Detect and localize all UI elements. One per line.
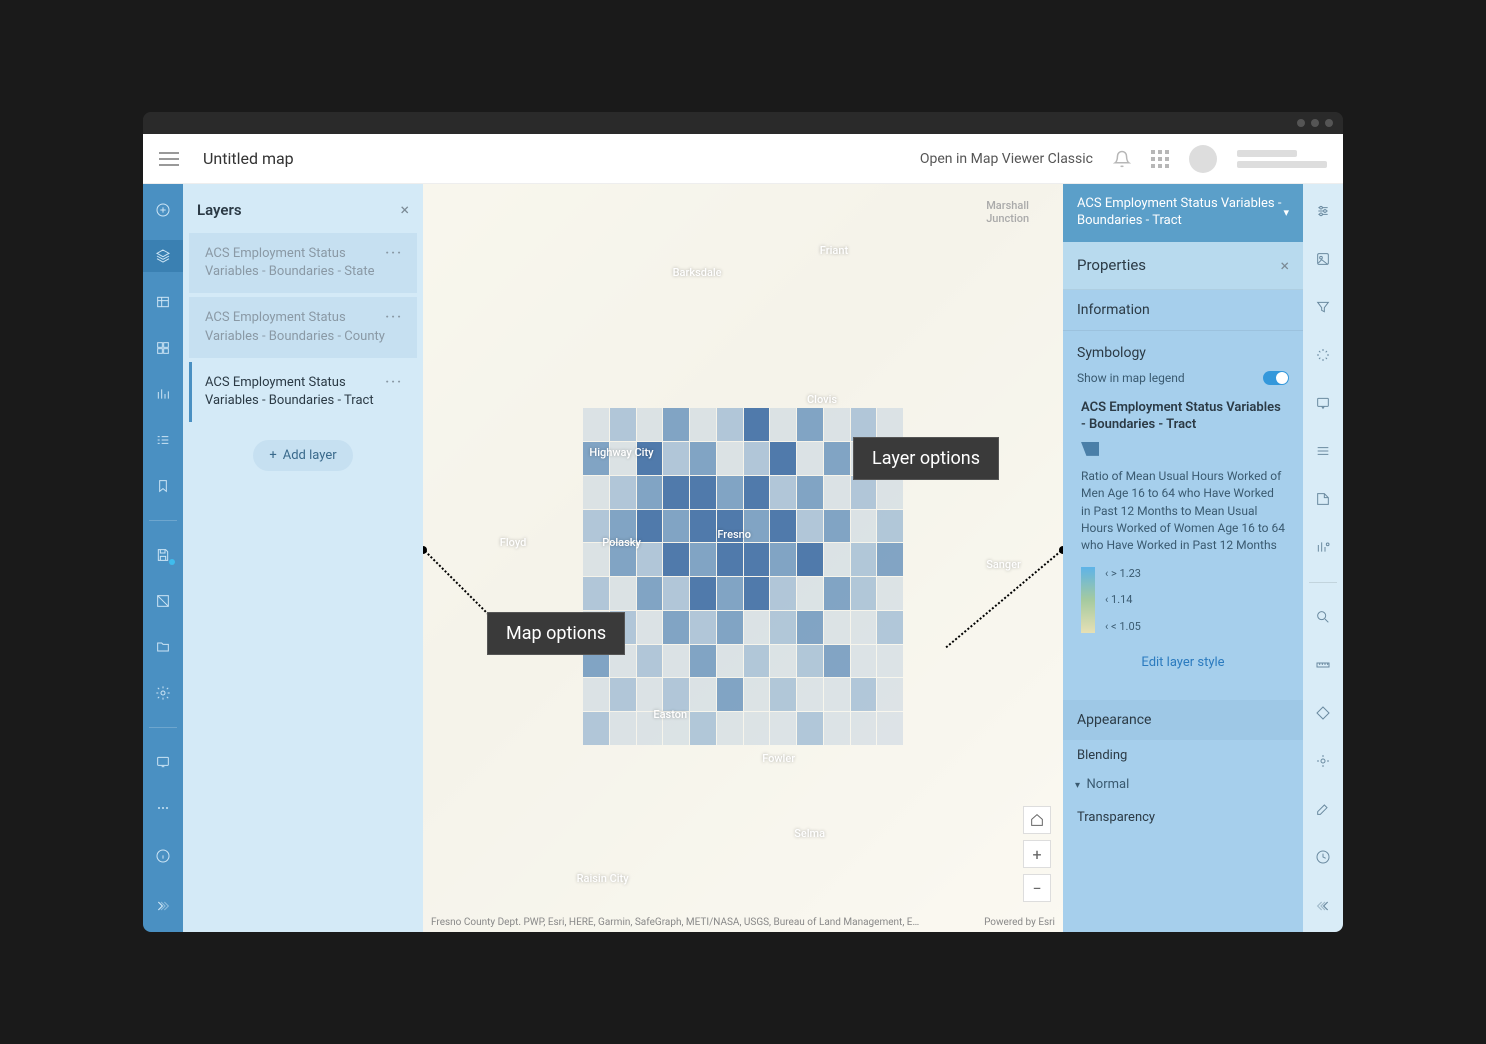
- app-window: Untitled map Open in Map Viewer Classic: [143, 112, 1343, 932]
- basemap-icon[interactable]: [143, 332, 183, 364]
- blending-select[interactable]: Normal: [1063, 771, 1303, 796]
- appearance-section-title: Appearance: [1063, 700, 1303, 740]
- aggregation-icon[interactable]: [1303, 530, 1343, 564]
- map-label: Highway City: [589, 446, 653, 459]
- legend-toggle-label: Show in map legend: [1077, 371, 1185, 385]
- presentation-icon[interactable]: [143, 746, 183, 778]
- layer-item[interactable]: ACS Employment Status Variables - Bounda…: [189, 297, 417, 357]
- time-icon[interactable]: [1303, 840, 1343, 874]
- layer-label: ACS Employment Status Variables - Bounda…: [205, 245, 385, 281]
- open-classic-link[interactable]: Open in Map Viewer Classic: [920, 151, 1093, 167]
- right-rail: [1303, 184, 1343, 932]
- expand-icon[interactable]: [143, 888, 183, 924]
- close-icon[interactable]: ×: [400, 200, 409, 219]
- filter-icon[interactable]: [1303, 290, 1343, 324]
- map-label: Clovis: [807, 393, 837, 406]
- map-attribution: Fresno County Dept. PWP, Esri, HERE, Gar…: [431, 917, 919, 928]
- collapse-icon[interactable]: [1303, 888, 1343, 924]
- symbology-description: Ratio of Mean Usual Hours Worked of Men …: [1081, 468, 1285, 555]
- more-icon[interactable]: [143, 792, 183, 824]
- bookmark-icon[interactable]: [143, 470, 183, 502]
- color-ramp-legend: > 1.23 1.14 < 1.05: [1081, 567, 1285, 633]
- configure-icon[interactable]: [1303, 194, 1343, 228]
- map-canvas[interactable]: Fresno Clovis Easton Fowler Selma Sanger…: [423, 184, 1063, 932]
- map-label: Polasky: [602, 536, 641, 549]
- window-dot: [1325, 119, 1333, 127]
- left-rail: [143, 184, 183, 932]
- properties-panel: ACS Employment Status Variables - Bounda…: [1063, 184, 1303, 932]
- topbar: Untitled map Open in Map Viewer Classic: [143, 134, 1343, 184]
- layers-icon[interactable]: [143, 240, 183, 272]
- map-label: Selma: [794, 827, 825, 840]
- layer-options-icon[interactable]: ···: [385, 245, 403, 263]
- settings-icon[interactable]: [143, 677, 183, 709]
- information-section[interactable]: Information: [1063, 290, 1303, 331]
- callout-layer-options: Layer options: [853, 437, 999, 480]
- map-label: Marshall Junction: [986, 199, 1063, 225]
- blending-label: Blending: [1063, 740, 1303, 771]
- color-ramp: [1081, 567, 1095, 633]
- layer-label: ACS Employment Status Variables - Bounda…: [205, 374, 385, 410]
- map-label: Friant: [820, 244, 848, 257]
- map-title[interactable]: Untitled map: [203, 149, 294, 168]
- edit-icon[interactable]: [1303, 792, 1343, 826]
- layer-options-icon[interactable]: ···: [385, 309, 403, 327]
- user-info: [1237, 150, 1327, 168]
- measure-icon[interactable]: [1303, 648, 1343, 682]
- fields-icon[interactable]: [1303, 434, 1343, 468]
- map-label: Fresno: [717, 528, 751, 541]
- search-icon[interactable]: [1303, 600, 1343, 634]
- zoom-in-button[interactable]: +: [1023, 840, 1051, 868]
- add-icon[interactable]: [143, 194, 183, 226]
- map-properties-icon[interactable]: [143, 585, 183, 617]
- zoom-out-button[interactable]: −: [1023, 874, 1051, 902]
- close-icon[interactable]: ×: [1280, 256, 1289, 275]
- legend-toggle[interactable]: [1263, 371, 1289, 385]
- folder-icon[interactable]: [143, 631, 183, 663]
- map-controls: + −: [1023, 806, 1051, 902]
- symbology-layer-name: ACS Employment Status Variables - Bounda…: [1081, 399, 1285, 434]
- layer-item[interactable]: ACS Employment Status Variables - Bounda…: [189, 362, 417, 422]
- layer-options-icon[interactable]: ···: [385, 374, 403, 392]
- styles-icon[interactable]: [1303, 242, 1343, 276]
- charts-icon[interactable]: [143, 378, 183, 410]
- add-layer-button[interactable]: + Add layer: [253, 440, 352, 471]
- layer-item[interactable]: ACS Employment Status Variables - Bounda…: [189, 233, 417, 293]
- map-label: Sanger: [986, 558, 1021, 571]
- info-icon[interactable]: [143, 838, 183, 874]
- window-dot: [1297, 119, 1305, 127]
- avatar[interactable]: [1189, 145, 1217, 173]
- home-button[interactable]: [1023, 806, 1051, 834]
- map-powered-by: Powered by Esri: [984, 917, 1055, 928]
- save-icon[interactable]: [143, 539, 183, 571]
- tables-icon[interactable]: [143, 286, 183, 318]
- map-label: Floyd: [500, 536, 527, 549]
- map-label: Barksdale: [673, 266, 722, 279]
- effects-icon[interactable]: [1303, 338, 1343, 372]
- transparency-label: Transparency: [1063, 796, 1303, 833]
- chevron-down-icon: ▾: [1283, 206, 1289, 219]
- apps-icon[interactable]: [1151, 150, 1169, 168]
- symbology-title: Symbology: [1077, 345, 1289, 361]
- properties-title: Properties: [1077, 256, 1146, 274]
- menu-icon[interactable]: [159, 152, 179, 166]
- layers-panel-title: Layers: [197, 201, 242, 219]
- edit-layer-style-link[interactable]: Edit layer style: [1077, 643, 1289, 686]
- properties-layer-selector[interactable]: ACS Employment Status Variables - Bounda…: [1063, 184, 1303, 242]
- callout-map-options: Map options: [487, 612, 625, 655]
- legend-icon[interactable]: [143, 424, 183, 456]
- window-titlebar: [143, 112, 1343, 134]
- map-label: Raisin City: [577, 872, 629, 885]
- map-label: Easton: [653, 708, 687, 721]
- labels-icon[interactable]: [1303, 482, 1343, 516]
- layers-panel: Layers × ACS Employment Status Variables…: [183, 184, 423, 932]
- window-dot: [1311, 119, 1319, 127]
- map-label: Fowler: [762, 752, 795, 765]
- layer-label: ACS Employment Status Variables - Bounda…: [205, 309, 385, 345]
- location-icon[interactable]: [1303, 744, 1343, 778]
- layer-swatch-icon: [1081, 442, 1099, 456]
- popup-icon[interactable]: [1303, 386, 1343, 420]
- directions-icon[interactable]: [1303, 696, 1343, 730]
- notification-icon[interactable]: [1113, 150, 1131, 168]
